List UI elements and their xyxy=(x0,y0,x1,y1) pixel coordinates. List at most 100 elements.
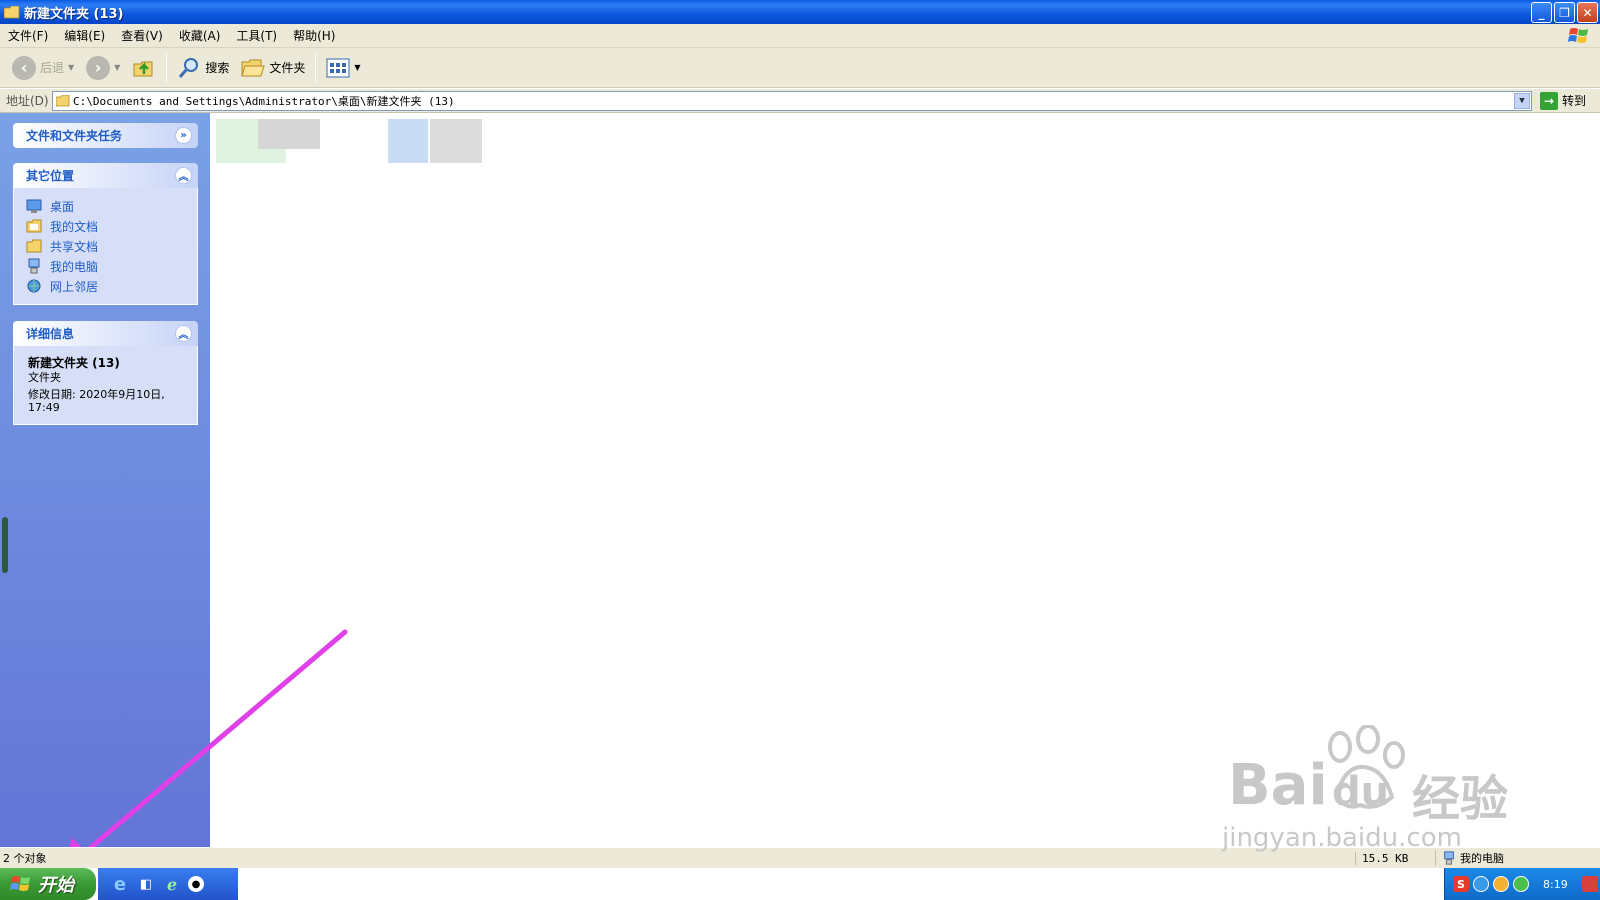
network-places-icon xyxy=(27,279,41,293)
file-tasks-panel: 文件和文件夹任务 » xyxy=(13,123,198,148)
expand-icon[interactable]: » xyxy=(175,127,192,144)
blurred-file-label xyxy=(258,119,320,149)
tray-app-icon[interactable] xyxy=(1473,876,1489,892)
place-link-my-computer[interactable]: 我的电脑 xyxy=(26,256,187,276)
windows-logo-icon xyxy=(10,876,30,891)
details-body: 新建文件夹 (13) 文件夹 修改日期: 2020年9月10日, 17:49 xyxy=(13,346,198,425)
windows-logo-icon xyxy=(1568,28,1588,43)
menu-bar: 文件(F) 编辑(E) 查看(V) 收藏(A) 工具(T) 帮助(H) xyxy=(0,24,1600,48)
file-tasks-title: 文件和文件夹任务 xyxy=(26,129,123,143)
other-places-list: 桌面 我的文档 共享文档 我的电脑 网上邻居 xyxy=(13,188,198,305)
file-list-area[interactable] xyxy=(210,113,1600,847)
place-label: 网上邻居 xyxy=(50,279,99,294)
menu-file[interactable]: 文件(F) xyxy=(0,27,56,44)
place-link-desktop[interactable]: 桌面 xyxy=(26,196,187,216)
notification-icon[interactable] xyxy=(1581,876,1598,892)
go-label: 转到 xyxy=(1562,94,1587,108)
menu-help[interactable]: 帮助(H) xyxy=(285,27,343,44)
object-count: 2 个对象 xyxy=(3,852,47,865)
taskbar: 开始 e ◧ ℯ ● S 8:19 xyxy=(0,868,1600,900)
menu-edit[interactable]: 编辑(E) xyxy=(56,27,113,44)
details-folder-type: 文件夹 xyxy=(28,371,61,384)
zone-label: 我的电脑 xyxy=(1460,852,1504,865)
chevron-down-icon[interactable]: ▼ xyxy=(354,63,360,72)
window-title: 新建文件夹 (13) xyxy=(24,6,124,22)
views-icon xyxy=(326,58,350,77)
chevron-down-icon: ▼ xyxy=(1519,95,1525,106)
my-documents-icon xyxy=(26,219,42,233)
place-label: 我的文档 xyxy=(50,219,99,234)
place-link-network-places[interactable]: 网上邻居 xyxy=(26,276,187,296)
search-icon xyxy=(179,57,199,78)
show-desktop-icon[interactable]: ◧ xyxy=(136,874,156,894)
shared-documents-icon xyxy=(26,239,42,253)
clock[interactable]: 8:19 xyxy=(1543,878,1568,891)
start-button[interactable]: 开始 xyxy=(0,868,96,900)
back-button[interactable]: ‹ 后退 ▼ xyxy=(6,51,80,85)
menu-tools[interactable]: 工具(T) xyxy=(228,27,285,44)
scroll-handle[interactable] xyxy=(2,517,8,573)
views-button[interactable]: ▼ xyxy=(320,51,366,85)
back-label: 后退 xyxy=(40,61,65,75)
up-folder-button[interactable] xyxy=(126,51,162,85)
restore-button[interactable]: ❐ xyxy=(1554,2,1575,23)
details-modified-time: 17:49 xyxy=(28,401,60,414)
address-input[interactable]: C:\Documents and Settings\Administrator\… xyxy=(52,90,1532,111)
qq-icon[interactable]: ● xyxy=(188,876,204,892)
toolbar-separator xyxy=(315,52,317,83)
internet-explorer-icon[interactable]: e xyxy=(110,874,130,895)
menu-view[interactable]: 查看(V) xyxy=(113,27,171,44)
go-arrow-icon: → xyxy=(1540,91,1558,110)
toolbar-separator xyxy=(166,52,168,83)
menu-favorites[interactable]: 收藏(A) xyxy=(171,27,229,44)
system-tray: S 8:19 xyxy=(1444,868,1600,900)
collapse-icon[interactable]: ︽ xyxy=(175,325,192,342)
address-bar: 地址(D) C:\Documents and Settings\Administ… xyxy=(0,89,1600,113)
file-tasks-header[interactable]: 文件和文件夹任务 » xyxy=(13,123,198,148)
total-size: 15.5 KB xyxy=(1355,851,1435,865)
close-button[interactable]: ✕ xyxy=(1577,2,1598,23)
other-places-panel: 其它位置 ︽ 桌面 我的文档 共享文档 我的电脑 网上邻居 xyxy=(13,163,198,305)
place-link-shared-documents[interactable]: 共享文档 xyxy=(26,236,187,256)
place-link-my-documents[interactable]: 我的文档 xyxy=(26,216,187,236)
folders-label: 文件夹 xyxy=(269,61,306,75)
go-button[interactable]: → 转到 xyxy=(1540,91,1587,110)
other-places-header[interactable]: 其它位置 ︽ xyxy=(13,163,198,188)
place-label: 共享文档 xyxy=(50,239,99,254)
start-label: 开始 xyxy=(38,875,74,896)
blurred-file-label xyxy=(430,119,482,163)
chevron-down-icon[interactable]: ▼ xyxy=(114,63,120,72)
details-folder-name: 新建文件夹 (13) xyxy=(28,356,120,370)
details-header[interactable]: 详细信息 ︽ xyxy=(13,321,198,346)
collapse-icon[interactable]: ︽ xyxy=(175,167,192,184)
forward-arrow-icon: › xyxy=(86,55,111,80)
place-label: 我的电脑 xyxy=(50,259,99,274)
chevron-down-icon[interactable]: ▼ xyxy=(68,63,74,72)
status-bar: 2 个对象 15.5 KB 我的电脑 xyxy=(0,847,1600,868)
desktop-icon xyxy=(26,199,42,213)
blurred-file-item[interactable] xyxy=(388,119,428,163)
sogou-input-icon[interactable]: S xyxy=(1453,876,1469,892)
task-pane: 文件和文件夹任务 » 其它位置 ︽ 桌面 我的文档 共享文档 我的电脑 网上邻居… xyxy=(0,113,210,847)
address-dropdown-button[interactable]: ▼ xyxy=(1514,92,1530,109)
place-label: 桌面 xyxy=(50,199,75,214)
folders-button[interactable]: 文件夹 xyxy=(235,51,311,85)
minimize-button[interactable]: _ xyxy=(1531,2,1552,23)
tray-app-icon[interactable] xyxy=(1513,876,1529,892)
tray-app-icon[interactable] xyxy=(1493,876,1509,892)
browser-icon[interactable]: ℯ xyxy=(162,874,182,894)
search-button[interactable]: 搜索 xyxy=(171,51,235,85)
folder-icon xyxy=(4,5,20,18)
up-folder-icon xyxy=(133,61,153,76)
address-value: C:\Documents and Settings\Administrator\… xyxy=(73,94,455,108)
search-label: 搜索 xyxy=(205,61,230,75)
folder-icon xyxy=(56,94,70,106)
details-modified-date: 修改日期: 2020年9月10日, xyxy=(28,388,165,401)
details-title: 详细信息 xyxy=(26,327,75,341)
my-computer-icon xyxy=(28,258,40,274)
title-bar[interactable]: 新建文件夹 (13) _ ❐ ✕ xyxy=(0,0,1600,24)
details-panel: 详细信息 ︽ 新建文件夹 (13) 文件夹 修改日期: 2020年9月10日, … xyxy=(13,321,198,425)
zone-indicator: 我的电脑 xyxy=(1435,850,1504,866)
address-label: 地址(D) xyxy=(6,94,49,108)
forward-button[interactable]: › ▼ xyxy=(80,51,126,85)
